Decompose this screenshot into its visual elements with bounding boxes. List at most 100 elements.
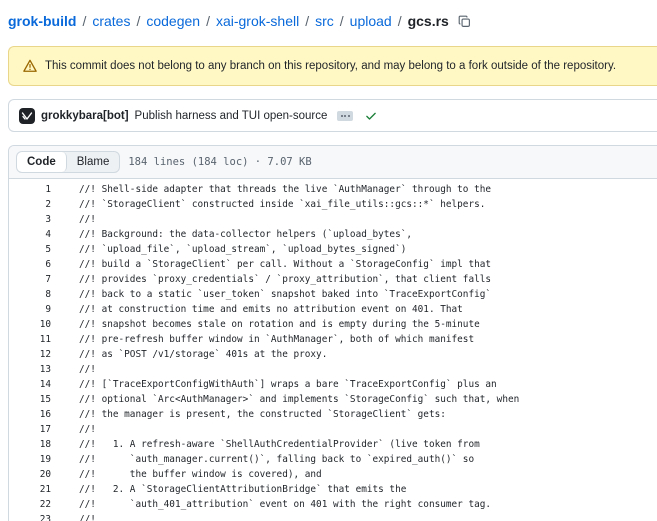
code-line-text: //! as `POST /v1/storage` 401s at the pr… [79,349,328,360]
line-number[interactable]: 14 [9,379,51,390]
code-line: 12 //! as `POST /v1/storage` 401s at the … [9,347,657,362]
breadcrumb-current-file: gcs.rs [407,13,449,29]
code-line: 6 //! build a `StorageClient` per call. W… [9,257,657,272]
code-line: 17 //! [9,422,657,437]
code-line-text: //! Shell-side adapter that threads the … [79,184,492,195]
code-line-text: //! Background: the data-collector helpe… [79,229,413,240]
file-meta: 184 lines (184 loc) · 7.07 KB [128,156,312,168]
code-line-text: //! `upload_file`, `upload_stream`, `upl… [79,244,407,255]
line-number[interactable]: 16 [9,409,51,420]
code-line-text: //! at construction time and emits no at… [79,304,463,315]
breadcrumb-repo-link[interactable]: grok-build [8,13,76,29]
code-line-text: //! pre-refresh buffer window in `AuthMa… [79,334,475,345]
code-line: 4 //! Background: the data-collector help… [9,227,657,242]
code-line-text: //! build a `StorageClient` per call. Wi… [79,259,492,270]
view-mode-toggle: Code Blame [16,151,121,173]
line-number[interactable]: 1 [9,184,51,195]
line-number[interactable]: 15 [9,394,51,405]
latest-commit-bar: grokkybara[bot] Publish harness and TUI … [8,99,657,132]
code-line-text: //! [`TraceExportConfigWithAuth`] wraps … [79,379,497,390]
breadcrumb-separator: / [82,13,87,29]
code-line-text: //! [79,514,96,521]
breadcrumb-separator: / [339,13,344,29]
line-number[interactable]: 17 [9,424,51,435]
file-header: Code Blame 184 lines (184 loc) · 7.07 KB [9,146,657,179]
code-line-text: //! `StorageClient` constructed inside `… [79,199,486,210]
line-number[interactable]: 6 [9,259,51,270]
code-line-text: //! provides `proxy_credentials` / `prox… [79,274,492,285]
code-line: 10 //! snapshot becomes stale on rotation… [9,317,657,332]
code-line: 16 //! the manager is present, the constr… [9,407,657,422]
code-view[interactable]: 1 //! Shell-side adapter that threads the… [9,179,657,521]
code-line: 21 //! 2. A `StorageClientAttributionBrid… [9,482,657,497]
breadcrumb-xai-grok-shell-link[interactable]: xai-grok-shell [216,13,299,29]
commit-author[interactable]: grokkybara[bot] [41,110,129,122]
tab-code[interactable]: Code [17,152,67,172]
code-line: 7 //! provides `proxy_credentials` / `pro… [9,272,657,287]
breadcrumb-codegen-link[interactable]: codegen [146,13,200,29]
code-line: 2 //! `StorageClient` constructed inside … [9,197,657,212]
code-line-text: //! [79,364,96,375]
line-number[interactable]: 13 [9,364,51,375]
line-number[interactable]: 3 [9,214,51,225]
code-line: 1 //! Shell-side adapter that threads the… [9,182,657,197]
line-number[interactable]: 7 [9,274,51,285]
line-number[interactable]: 19 [9,454,51,465]
line-number[interactable]: 21 [9,484,51,495]
line-number[interactable]: 10 [9,319,51,330]
code-line-text: //! `auth_manager.current()`, falling ba… [79,454,475,465]
code-line-text: //! snapshot becomes stale on rotation a… [79,319,480,330]
breadcrumb-crates-link[interactable]: crates [92,13,130,29]
line-number[interactable]: 12 [9,349,51,360]
code-line-text: //! back to a static `user_token` snapsh… [79,289,492,300]
commit-message[interactable]: Publish harness and TUI open-source [135,110,328,122]
breadcrumb-separator: / [136,13,141,29]
code-line-text: //! `auth_401_attribution` event on 401 … [79,499,492,510]
code-line: 14 //! [`TraceExportConfigWithAuth`] wrap… [9,377,657,392]
line-number[interactable]: 11 [9,334,51,345]
code-line: 9 //! at construction time and emits no a… [9,302,657,317]
code-line: 13 //! [9,362,657,377]
code-line: 20 //! the buffer window is covered), and [9,467,657,482]
commit-details-toggle[interactable] [337,110,354,121]
code-line: 23 //! [9,512,657,521]
code-line: 18 //! 1. A refresh-aware `ShellAuthCrede… [9,437,657,452]
line-number[interactable]: 2 [9,199,51,210]
avatar[interactable] [19,107,35,124]
code-line-text: //! optional `Arc<AuthManager>` and impl… [79,394,520,405]
copy-path-icon[interactable] [458,15,471,28]
code-line-text: //! the buffer window is covered), and [79,469,322,480]
tab-blame[interactable]: Blame [67,152,120,172]
breadcrumb-separator: / [206,13,210,29]
breadcrumb-separator: / [397,13,402,29]
line-number[interactable]: 22 [9,499,51,510]
breadcrumb-separator: / [305,13,310,29]
code-line: 5 //! `upload_file`, `upload_stream`, `up… [9,242,657,257]
code-line-text: //! the manager is present, the construc… [79,409,446,420]
line-number[interactable]: 5 [9,244,51,255]
line-number[interactable]: 4 [9,229,51,240]
code-line: 3 //! [9,212,657,227]
line-number[interactable]: 23 [9,514,51,521]
code-line: 15 //! optional `Arc<AuthManager>` and im… [9,392,657,407]
bot-logo-icon [21,111,33,120]
check-icon[interactable] [365,110,377,122]
breadcrumb-src-link[interactable]: src [315,13,334,29]
breadcrumb: grok-build / crates / codegen / xai-grok… [8,10,471,32]
code-line-text: //! [79,424,96,435]
warning-text: This commit does not belong to any branc… [45,60,617,72]
code-line: 11 //! pre-refresh buffer window in `Auth… [9,332,657,347]
alert-icon [23,59,37,73]
code-line: 8 //! back to a static `user_token` snaps… [9,287,657,302]
code-line: 22 //! `auth_401_attribution` event on 40… [9,497,657,512]
warning-banner: This commit does not belong to any branc… [8,46,657,86]
line-number[interactable]: 8 [9,289,51,300]
code-line-text: //! [79,214,96,225]
line-number[interactable]: 20 [9,469,51,480]
breadcrumb-upload-link[interactable]: upload [350,13,392,29]
line-number[interactable]: 9 [9,304,51,315]
file-viewer: Code Blame 184 lines (184 loc) · 7.07 KB… [8,145,657,521]
line-number[interactable]: 18 [9,439,51,450]
code-line-text: //! 1. A refresh-aware `ShellAuthCredent… [79,439,480,450]
code-line: 19 //! `auth_manager.current()`, falling … [9,452,657,467]
